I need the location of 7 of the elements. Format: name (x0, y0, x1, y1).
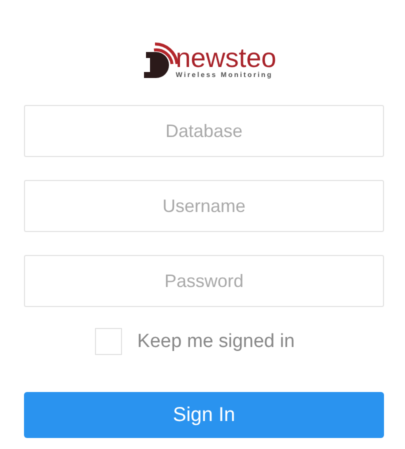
sign-in-button[interactable]: Sign In (24, 392, 384, 438)
input-field[interactable]: Username (24, 180, 384, 232)
logo-wordmark: newsteo (176, 45, 276, 71)
input-field[interactable]: Password (24, 255, 384, 307)
checkbox[interactable] (95, 328, 122, 355)
input-field[interactable]: Database (24, 105, 384, 157)
checkbox-label: Keep me signed in (137, 330, 295, 352)
